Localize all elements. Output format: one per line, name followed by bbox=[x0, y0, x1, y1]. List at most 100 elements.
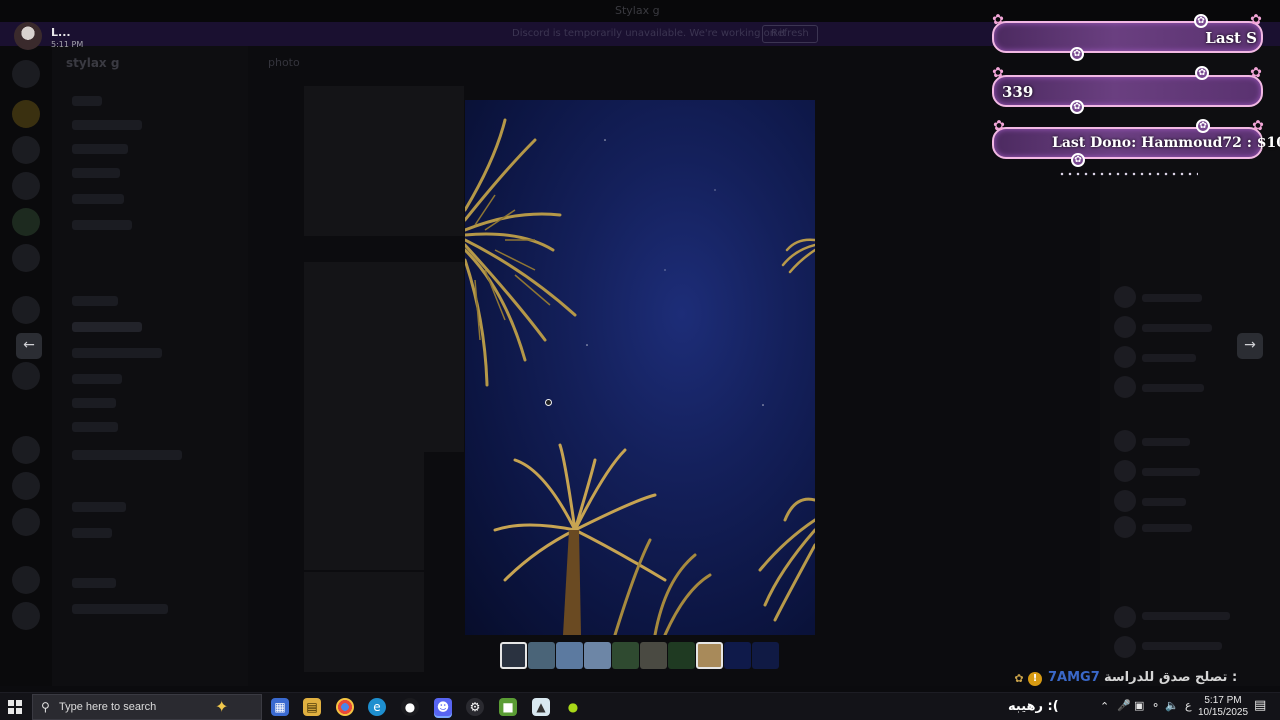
windows-start-icon[interactable] bbox=[8, 700, 22, 714]
thumbnail-9[interactable] bbox=[724, 642, 751, 669]
edge-icon[interactable]: e bbox=[368, 698, 386, 716]
channel-item[interactable] bbox=[72, 604, 168, 614]
last-donation-overlay: Last Dono: Hammoud72 : $10 bbox=[992, 127, 1280, 159]
server-icon[interactable] bbox=[12, 602, 40, 630]
author-avatar[interactable] bbox=[14, 22, 42, 50]
app-frog-icon[interactable]: ● bbox=[564, 698, 582, 716]
flower-icon: ✿ bbox=[1071, 153, 1085, 167]
thumbnail-6[interactable] bbox=[640, 642, 667, 669]
member-avatar[interactable] bbox=[1114, 636, 1136, 658]
flower-icon: ✿ bbox=[1252, 118, 1264, 134]
server-icon[interactable] bbox=[12, 566, 40, 594]
discord-icon[interactable]: ☻ bbox=[434, 698, 452, 716]
channel-item[interactable] bbox=[72, 168, 120, 178]
member-name bbox=[1142, 612, 1230, 620]
counter-overlay: 339 bbox=[992, 75, 1263, 107]
tray-status-text: رهيبه :( bbox=[1008, 699, 1059, 714]
notice-text: Discord is temporarily unavailable. We'r… bbox=[512, 28, 786, 39]
channel-item[interactable] bbox=[72, 120, 142, 130]
chat-username: 7AMG7 bbox=[1048, 670, 1100, 685]
server-icon[interactable] bbox=[12, 60, 40, 88]
server-icon[interactable] bbox=[12, 244, 40, 272]
member-avatar[interactable] bbox=[1114, 346, 1136, 368]
chevron-up-icon[interactable]: ⌃ bbox=[1100, 700, 1109, 720]
channel-item[interactable] bbox=[72, 398, 116, 408]
thumbnail-2[interactable] bbox=[528, 642, 555, 669]
member-avatar[interactable] bbox=[1114, 430, 1136, 452]
server-icon[interactable] bbox=[12, 362, 40, 390]
thumbnail-7[interactable] bbox=[668, 642, 695, 669]
channel-item[interactable] bbox=[72, 96, 102, 106]
channel-item[interactable] bbox=[72, 296, 118, 306]
app-cube-icon[interactable]: ▲ bbox=[532, 698, 550, 716]
channel-item[interactable] bbox=[72, 450, 182, 460]
channel-item-active[interactable] bbox=[72, 322, 142, 332]
channel-item[interactable] bbox=[72, 194, 124, 204]
thumbnail-3[interactable] bbox=[556, 642, 583, 669]
minecraft-icon[interactable]: ■ bbox=[499, 698, 517, 716]
microphone-icon[interactable]: 🎤 bbox=[1117, 699, 1131, 720]
member-avatar[interactable] bbox=[1114, 516, 1136, 538]
chat-badge: ! bbox=[1028, 672, 1042, 686]
author-name[interactable]: L... bbox=[51, 26, 71, 39]
notice-refresh-button[interactable]: Refresh bbox=[762, 25, 818, 43]
member-avatar[interactable] bbox=[1114, 460, 1136, 482]
thumbnail-10[interactable] bbox=[752, 642, 779, 669]
thumbnail-5[interactable] bbox=[612, 642, 639, 669]
obs-icon[interactable]: ● bbox=[401, 698, 419, 716]
next-image-button[interactable]: → bbox=[1237, 333, 1263, 359]
flower-icon: ✿ bbox=[1070, 47, 1084, 61]
server-icon[interactable] bbox=[12, 436, 40, 464]
server-icon[interactable] bbox=[12, 472, 40, 500]
thumbnail-1[interactable] bbox=[500, 642, 527, 669]
store-icon[interactable]: ▦ bbox=[271, 698, 289, 716]
post-timestamp: 5:11 PM bbox=[51, 40, 84, 49]
channel-item[interactable] bbox=[72, 374, 122, 384]
steam-icon[interactable]: ⚙ bbox=[466, 698, 484, 716]
server-icon[interactable] bbox=[12, 508, 40, 536]
channel-item[interactable] bbox=[72, 502, 126, 512]
goal-overlay-text: Last S bbox=[1205, 29, 1257, 47]
network-icon[interactable]: ⚬ bbox=[1151, 699, 1160, 720]
palm-trees-night-photo[interactable] bbox=[465, 100, 815, 635]
system-clock[interactable]: 5:17 PM 10/15/2025 bbox=[1196, 695, 1250, 719]
window-title: Stylax g bbox=[615, 4, 660, 17]
chat-message-text: تصلح صدق للدراسة : bbox=[1104, 670, 1238, 685]
server-icon[interactable] bbox=[12, 296, 40, 324]
flower-icon: ✿ bbox=[1196, 119, 1210, 133]
member-avatar[interactable] bbox=[1114, 606, 1136, 628]
member-avatar[interactable] bbox=[1114, 316, 1136, 338]
server-icon[interactable] bbox=[12, 136, 40, 164]
arrow-left-icon: ← bbox=[23, 337, 35, 353]
search-input[interactable] bbox=[59, 698, 209, 716]
chat-image bbox=[304, 262, 464, 452]
search-icon: ⚲ bbox=[41, 700, 50, 714]
channel-item[interactable] bbox=[72, 220, 132, 230]
channel-sidebar: stylax g bbox=[52, 46, 248, 686]
notification-icon[interactable]: ▤ bbox=[1254, 699, 1268, 713]
member-avatar[interactable] bbox=[1114, 490, 1136, 512]
thumbnail-8-current[interactable] bbox=[696, 642, 723, 669]
channel-item[interactable] bbox=[72, 422, 118, 432]
copilot-sparkle-icon[interactable]: ✦ bbox=[215, 697, 228, 716]
channel-item[interactable] bbox=[72, 144, 128, 154]
channel-item[interactable] bbox=[72, 528, 112, 538]
server-icon[interactable] bbox=[12, 172, 40, 200]
thumbnail-4[interactable] bbox=[584, 642, 611, 669]
flower-icon: ✿ bbox=[1070, 100, 1084, 114]
channel-item[interactable] bbox=[72, 578, 116, 588]
member-avatar[interactable] bbox=[1114, 376, 1136, 398]
screen-icon[interactable]: ▣ bbox=[1134, 699, 1144, 720]
chrome-icon[interactable] bbox=[336, 698, 354, 716]
previous-image-button[interactable]: ← bbox=[16, 333, 42, 359]
palm-trees-illustration bbox=[465, 118, 815, 635]
server-icon[interactable] bbox=[12, 100, 40, 128]
channel-item[interactable] bbox=[72, 348, 162, 358]
server-icon[interactable] bbox=[12, 208, 40, 236]
chat-image bbox=[304, 86, 464, 236]
taskbar-search[interactable]: ⚲ ✦ bbox=[32, 694, 262, 720]
keyboard-language[interactable]: ع bbox=[1185, 699, 1192, 720]
file-explorer-icon[interactable]: ▤ bbox=[303, 698, 321, 716]
member-avatar[interactable] bbox=[1114, 286, 1136, 308]
volume-icon[interactable]: 🔈 bbox=[1165, 699, 1179, 720]
